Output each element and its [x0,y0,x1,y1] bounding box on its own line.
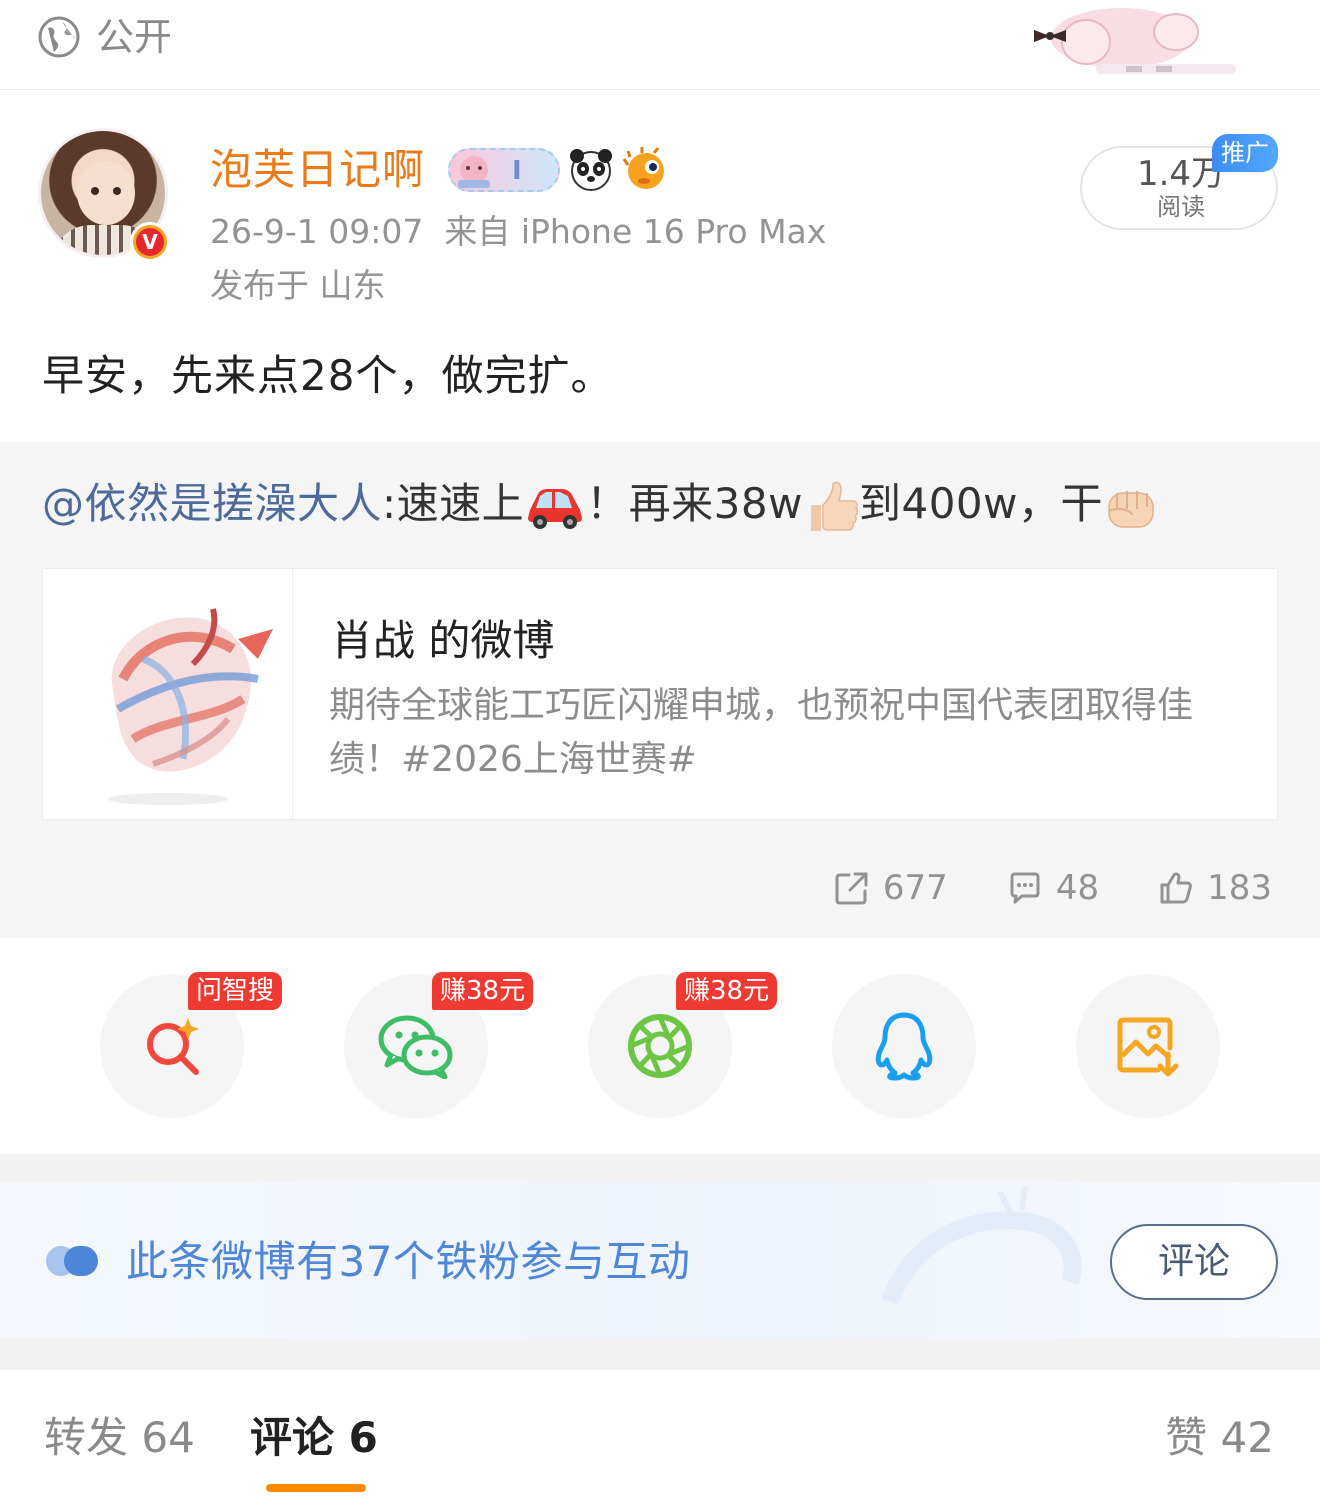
like-count: 183 [1207,868,1272,908]
linked-weibo-card[interactable]: 肖战 的微博 期待全球能工巧匠闪耀申城，也预祝中国代表团取得佳绩！#2026上海… [42,568,1278,820]
user-badges[interactable]: I [448,146,670,194]
verified-badge-icon: V [130,222,170,262]
repost-text-part3: 到400w，干 [858,479,1103,528]
qq-share-button[interactable] [832,974,976,1118]
interaction-tabs: 转发 64 评论 6 赞 42 [0,1370,1320,1497]
card-description: 期待全球能工巧匠闪耀申城，也预祝中国代表团取得佳绩！#2026上海世赛# [329,685,1194,780]
section-divider [0,1338,1320,1370]
visibility-bar: 公开 [0,0,1320,90]
tab-comments[interactable]: 评论 6 [250,1410,378,1466]
share-icon [835,872,868,905]
panda-icon[interactable] [568,147,614,193]
post-source: 来自 iPhone 16 Pro Max [444,212,827,251]
post-timestamp: 26-9-1 09:07 [210,212,424,251]
comment-icon [1010,872,1040,904]
post-text: 早安，先来点28个，做完扩。 [42,351,614,400]
iron-fans-banner[interactable]: 此条微博有37个铁粉参与互动 评论 [0,1182,1320,1338]
card-thumbnail [43,569,293,819]
promo-badge[interactable]: 推广 [1212,134,1278,172]
post-location: 发布于 山东 [210,266,386,305]
share-tag-wechat: 赚38元 [432,972,534,1010]
thumbs-up-icon [1160,872,1192,904]
author-name[interactable]: 泡芙日记啊 [210,142,425,198]
fans-interaction-icon [46,1246,98,1276]
repost-count: 677 [882,868,948,908]
qq-icon [875,1012,933,1081]
thumbs-up-emoji-icon [803,481,859,533]
wechat-icon [378,1015,453,1079]
active-tab-indicator [266,1484,366,1492]
section-divider [0,1154,1320,1182]
repost-count-stat[interactable]: 677 [835,868,948,908]
comment-count: 48 [1055,868,1100,908]
repost-block[interactable]: @依然是搓澡大人:速速上 ！再来38w 到400w，干 肖战 的微博 期待全球能… [0,442,1320,938]
like-count-stat[interactable]: 183 [1159,868,1272,908]
save-image-button[interactable] [1076,974,1220,1118]
repost-text-part1: :速速上 [382,479,525,528]
car-emoji-icon [524,484,586,530]
globe-icon [38,16,80,58]
repost-text-part2: ！再来38w [586,479,803,528]
tab-reposts[interactable]: 转发 64 [44,1410,195,1466]
banner-decoration [881,1186,1082,1306]
share-tag-search: 问智搜 [188,972,283,1010]
repost-text: @依然是搓澡大人:速速上 ！再来38w 到400w，干 [42,476,1159,533]
reads-label: 阅读 [1157,193,1205,221]
comment-count-stat[interactable]: 48 [1008,868,1099,908]
member-badge-icon[interactable]: I [448,148,560,192]
card-title: 肖战 的微博 [331,616,555,665]
save-image-icon [1117,1017,1179,1077]
tab-likes[interactable]: 赞 42 [1165,1410,1274,1466]
smart-search-icon [147,1018,199,1075]
comment-button[interactable]: 评论 [1110,1224,1278,1300]
pufferfish-icon[interactable] [622,147,670,193]
decoration-sticker [1034,8,1236,74]
visibility-label: 公开 [96,15,173,59]
share-row: 问智搜 赚38元 赚38元 [0,938,1320,1154]
author-avatar[interactable]: V [38,128,172,262]
repost-stats: 677 48 183 [775,864,1272,912]
fist-emoji-icon [1103,481,1159,533]
repost-user-link[interactable]: @依然是搓澡大人 [42,479,382,528]
post-meta: 26-9-1 09:07 来自 iPhone 16 Pro Max [210,208,826,256]
iron-fans-text: 此条微博有37个铁粉参与互动 [126,1237,691,1286]
share-tag-moments: 赚38元 [676,972,778,1010]
moments-icon [628,1014,692,1078]
